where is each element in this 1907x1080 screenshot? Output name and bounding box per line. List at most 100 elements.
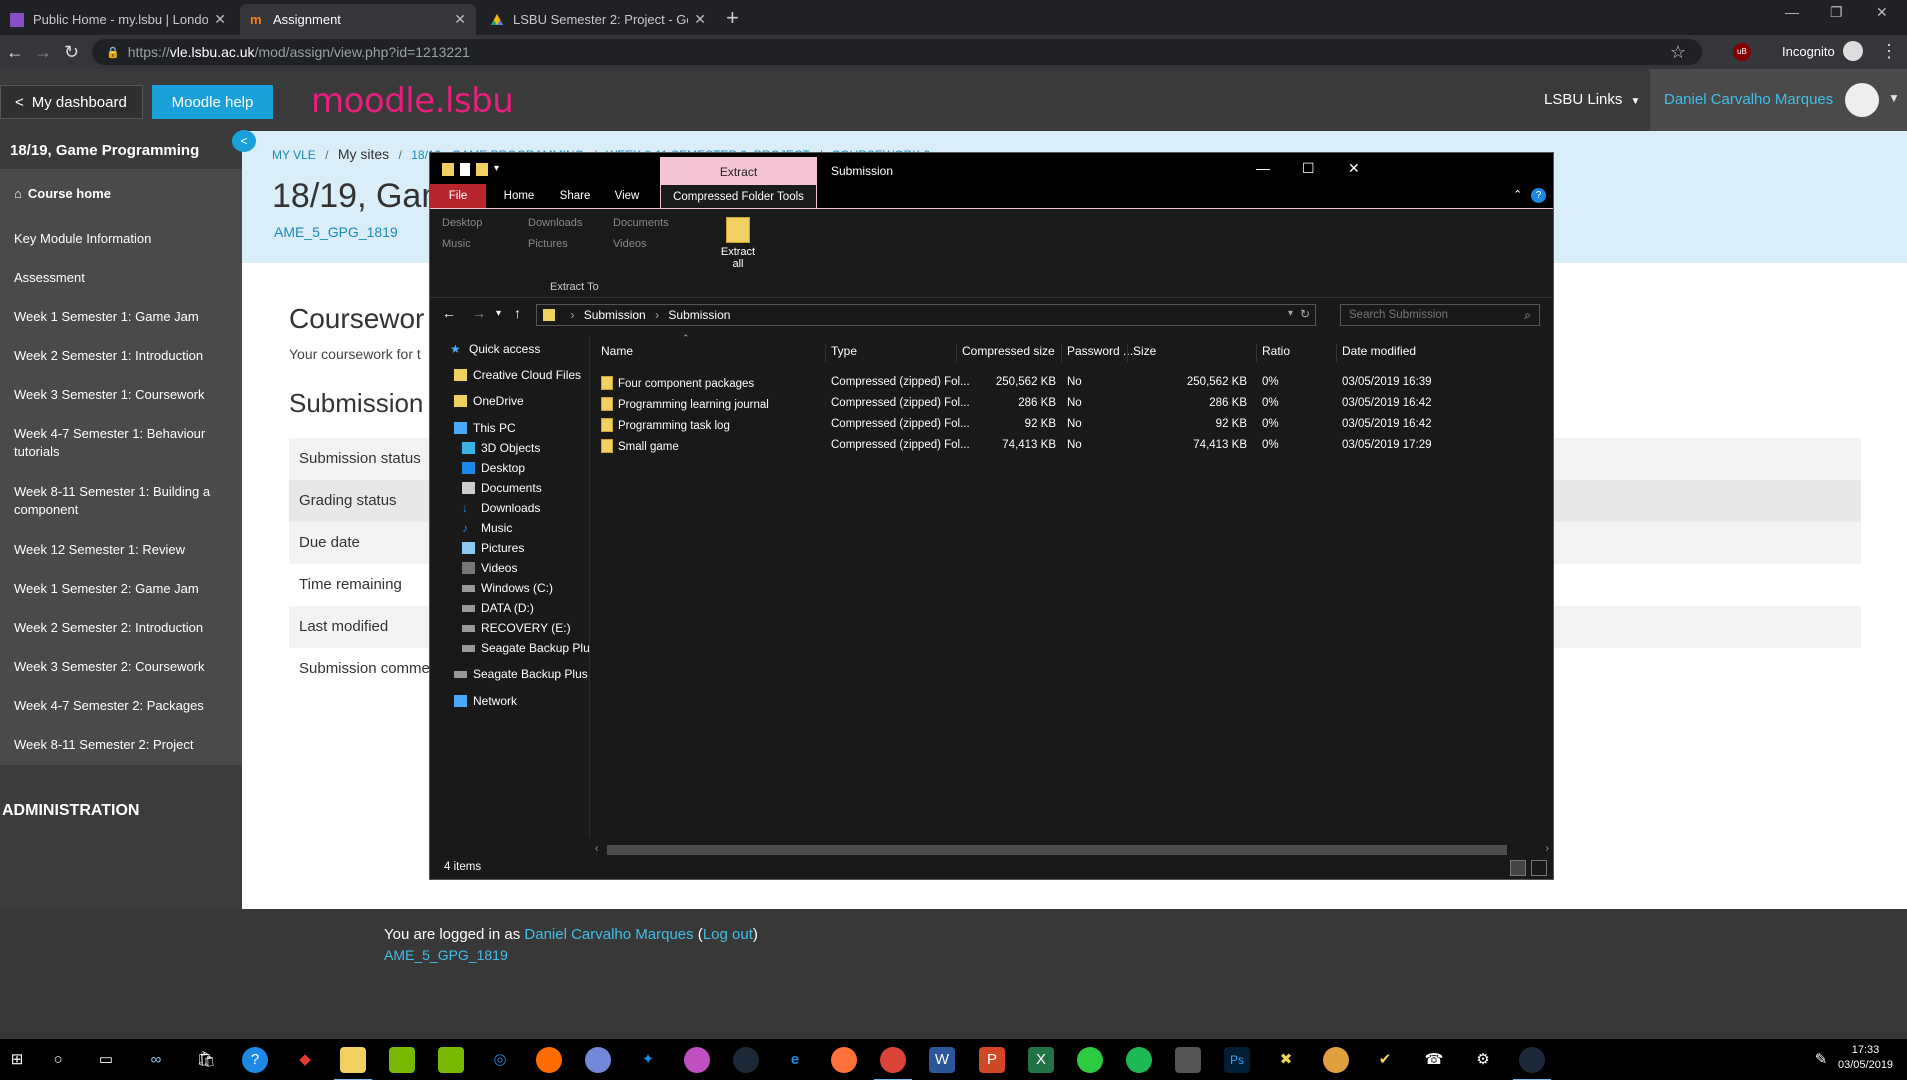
nav-network[interactable]: Network [454,694,517,708]
horizontal-scrollbar[interactable]: ‹ › [593,843,1551,857]
up-icon[interactable]: ↑ [514,305,521,321]
sidebar-item[interactable]: Week 3 Semester 2: Coursework [14,658,224,676]
collapse-ribbon-icon[interactable]: ⌃ [1513,188,1522,201]
column-password[interactable]: Password ... [1061,344,1133,362]
bookmark-star-icon[interactable]: ☆ [1670,42,1686,63]
ribbon-location-documents[interactable]: Documents [613,217,669,229]
forward-icon[interactable]: → [472,305,486,321]
sidebar-item[interactable]: Week 8-11 Semester 1: Building a compone… [14,483,224,519]
file-explorer-taskbar-icon[interactable] [334,1047,372,1080]
qat-dropdown-icon[interactable]: ▾ [494,163,499,176]
nav-drive-d[interactable]: DATA (D:) [462,601,534,615]
ublock-extension-icon[interactable]: uB [1733,43,1751,61]
nav-3d-objects[interactable]: 3D Objects [462,441,540,455]
nav-drive-e[interactable]: RECOVERY (E:) [462,621,571,635]
excel-icon[interactable]: X [1028,1047,1054,1073]
photoshop-icon[interactable]: Ps [1224,1047,1250,1073]
nav-documents[interactable]: Documents [462,481,542,495]
firefox-icon[interactable] [831,1047,857,1073]
incognito-icon[interactable] [1843,41,1863,61]
steam-icon[interactable] [733,1047,759,1073]
sidebar-item[interactable]: Week 2 Semester 1: Introduction [14,347,224,365]
chevron-down-icon[interactable]: ▾ [1288,308,1293,319]
explorer-address-bar[interactable]: › Submission › Submission ▾ ↻ [536,304,1316,326]
properties-icon[interactable] [460,163,470,176]
scroll-right-icon[interactable]: › [1546,843,1549,854]
back-icon[interactable]: ← [442,305,456,321]
app-icon[interactable] [1323,1047,1349,1073]
app-icon[interactable] [684,1047,710,1073]
browser-tab[interactable]: LSBU Semester 2: Project - Goog ✕ [480,4,716,35]
app-icon[interactable] [1175,1047,1201,1073]
nav-onedrive[interactable]: OneDrive [454,394,524,408]
app-icon[interactable]: ✔ [1372,1047,1398,1073]
close-tab-icon[interactable]: ✕ [214,11,226,28]
task-view-icon[interactable]: ▭ [93,1047,119,1073]
file-row[interactable]: Programming task log Compressed (zipped)… [596,415,1546,435]
sidebar-item[interactable]: Key Module Information [14,230,224,248]
nav-videos[interactable]: Videos [462,561,517,575]
tab-file[interactable]: File [430,184,486,208]
ribbon-location-music[interactable]: Music [442,238,471,250]
ribbon-location-desktop[interactable]: Desktop [442,217,482,229]
logout-link[interactable]: Log out [703,926,753,943]
breadcrumb-link[interactable]: MY VLE [272,148,316,162]
scroll-left-icon[interactable]: ‹ [595,843,598,854]
column-size[interactable]: Size [1127,344,1156,362]
nav-downloads[interactable]: ↓ Downloads [462,501,540,515]
minimize-icon[interactable]: — [1256,160,1270,176]
settings-gear-icon[interactable]: ⚙ [1470,1047,1496,1073]
app-icon[interactable]: ✦ [635,1047,661,1073]
sidebar-item[interactable]: Assessment [14,269,224,287]
sidebar-item[interactable]: Week 8-11 Semester 2: Project [14,736,224,754]
sidebar-item[interactable]: Week 3 Semester 1: Coursework [14,386,224,404]
sidebar-item[interactable]: Week 1 Semester 1: Game Jam [14,308,224,326]
sidebar-item[interactable]: Week 1 Semester 2: Game Jam [14,580,224,598]
column-ratio[interactable]: Ratio [1256,344,1290,362]
app-icon[interactable]: ◎ [487,1047,513,1073]
column-date-modified[interactable]: Date modified [1336,344,1416,362]
browser-tab-active[interactable]: m Assignment ✕ [240,4,476,35]
ribbon-location-downloads[interactable]: Downloads [528,217,582,229]
sidebar-item[interactable]: Week 4-7 Semester 1: Behaviour tutorials [14,425,224,461]
column-compressed-size[interactable]: Compressed size [956,344,1055,362]
chrome-icon[interactable] [874,1047,912,1080]
nav-drive-c[interactable]: Windows (C:) [462,581,553,595]
nav-this-pc[interactable]: This PC [454,421,516,435]
nav-seagate-drive[interactable]: Seagate Backup Plu [462,641,590,655]
new-folder-icon[interactable] [476,163,488,176]
store-icon[interactable]: 🛍 [193,1047,219,1073]
browser-menu-icon[interactable]: ⋮ [1880,41,1898,62]
steam-taskbar-icon[interactable] [1513,1047,1551,1080]
word-icon[interactable]: W [929,1047,955,1073]
nav-pictures[interactable]: Pictures [462,541,524,555]
discord-icon[interactable] [585,1047,611,1073]
app-icon[interactable]: ☎ [1421,1047,1447,1073]
sidebar-item-course-home[interactable]: ⌂ Course home [14,185,224,203]
file-row[interactable]: Programming learning journal Compressed … [596,394,1546,414]
folder-icon[interactable] [442,163,454,176]
path-segment[interactable]: Submission [668,308,730,322]
moodle-lsbu-logo[interactable]: moodle.lsbu [311,81,514,121]
nav-creative-cloud[interactable]: Creative Cloud Files [454,368,581,382]
new-tab-icon[interactable]: + [726,5,739,31]
nvidia-experience-icon[interactable] [438,1047,464,1073]
sidebar-item[interactable]: Week 2 Semester 2: Introduction [14,619,224,637]
sidebar-item[interactable]: Week 12 Semester 1: Review [14,541,224,559]
minimize-icon[interactable]: — [1785,4,1799,20]
nav-desktop[interactable]: Desktop [462,461,525,475]
close-tab-icon[interactable]: ✕ [454,11,466,28]
infinity-app-icon[interactable]: ∞ [143,1047,169,1073]
maximize-icon[interactable]: ☐ [1302,160,1315,177]
ribbon-location-videos[interactable]: Videos [613,238,646,250]
powerpoint-icon[interactable]: P [979,1047,1005,1073]
forward-icon[interactable]: → [34,42,52,63]
nav-music[interactable]: ♪ Music [462,521,512,535]
user-menu[interactable]: Daniel Carvalho Marques ▼ [1650,69,1907,131]
app-icon[interactable] [1077,1047,1103,1073]
tab-home[interactable]: Home [490,184,548,208]
file-row[interactable]: Small game Compressed (zipped) Fol... 74… [596,436,1546,456]
column-type[interactable]: Type [825,344,857,362]
explorer-search-input[interactable]: Search Submission ⌕ [1340,304,1540,326]
my-dashboard-button[interactable]: < My dashboard [0,85,143,119]
